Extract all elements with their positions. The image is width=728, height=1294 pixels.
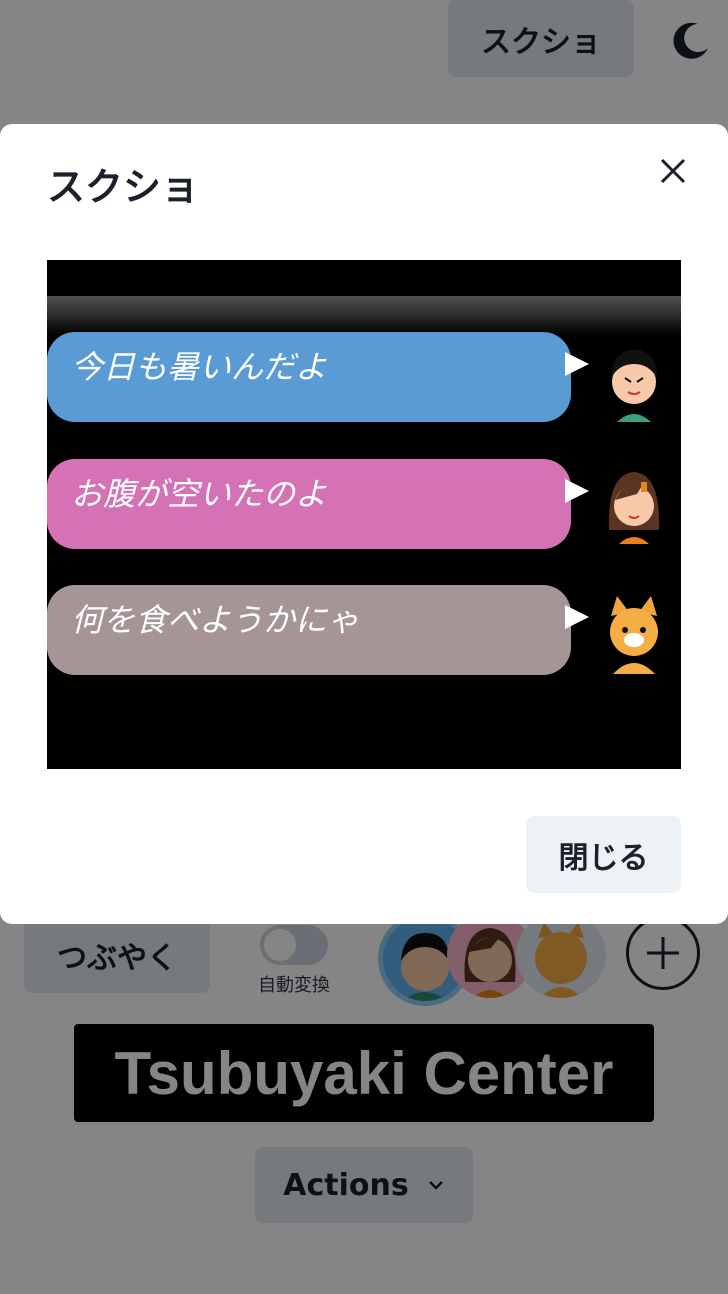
girl-face-icon bbox=[608, 472, 660, 544]
close-button[interactable]: 閉じる bbox=[526, 816, 681, 893]
boy-face-icon bbox=[611, 350, 657, 422]
message-bubble-3: 何を食べようかにゃ bbox=[47, 585, 589, 675]
message-bubble-1: 今日も暑いんだよ bbox=[47, 332, 589, 422]
preview-gradient bbox=[47, 296, 681, 336]
close-icon[interactable] bbox=[650, 148, 696, 194]
modal-title: スクショ bbox=[47, 165, 200, 209]
screenshot-preview: 今日も暑いんだよ お腹が空いたのよ 何を食べようかにゃ bbox=[47, 260, 681, 769]
cat-face-icon bbox=[610, 596, 658, 674]
message-bubble-2: お腹が空いたのよ bbox=[47, 459, 589, 549]
